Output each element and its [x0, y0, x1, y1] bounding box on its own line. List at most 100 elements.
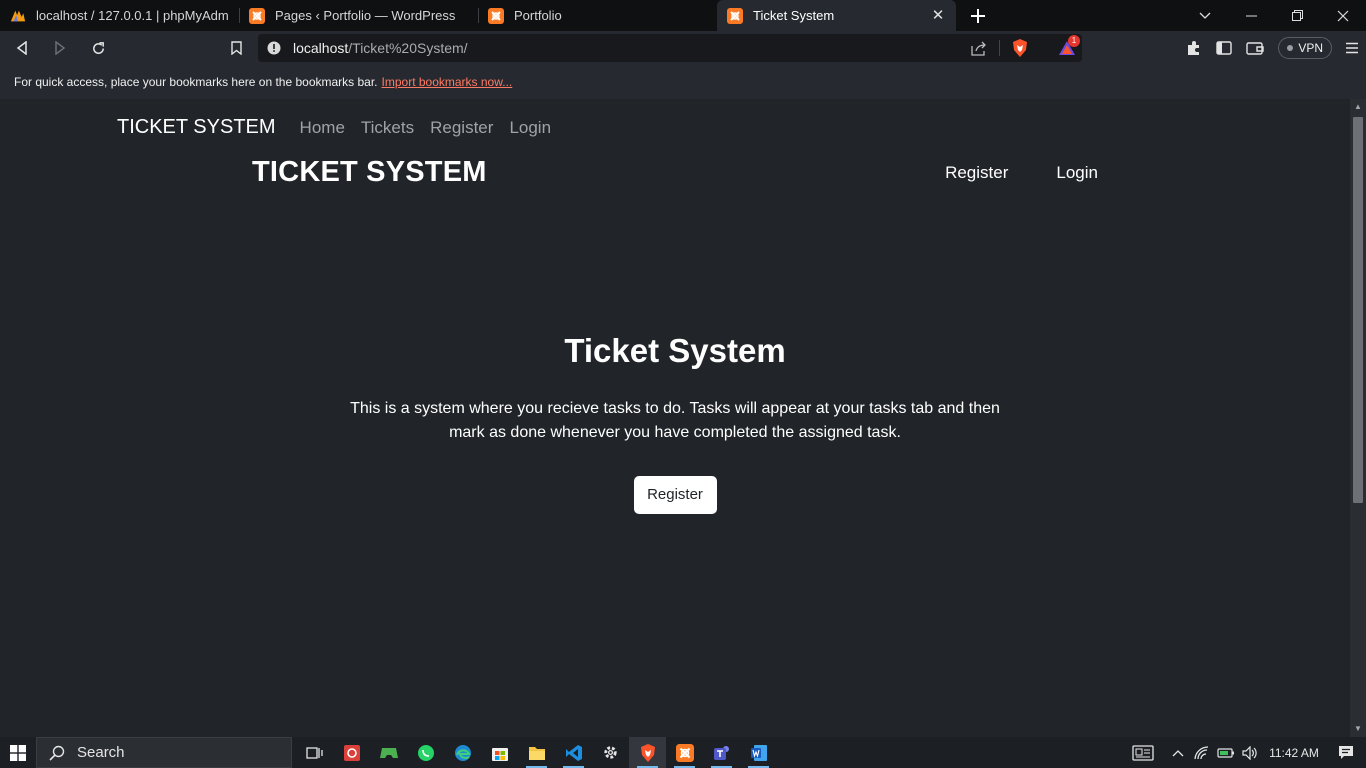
address-bar[interactable]: localhost/Ticket%20System/ 1 — [258, 34, 1082, 62]
xampp-icon — [675, 743, 694, 762]
vscode-icon — [565, 744, 582, 761]
game-controller-icon — [379, 747, 398, 758]
extensions-puzzle-icon[interactable] — [1186, 40, 1202, 56]
tab-portfolio[interactable]: Portfolio — [478, 0, 717, 31]
share-icon[interactable] — [971, 41, 987, 56]
tab-title: localhost / 127.0.0.1 | phpMyAdmin 5... — [36, 8, 229, 23]
url-path: /Ticket%20System/ — [348, 40, 468, 56]
taskbar-whatsapp[interactable] — [407, 737, 444, 768]
taskbar-apps — [296, 737, 777, 768]
forward-button[interactable] — [44, 34, 76, 62]
show-hidden-icons-button[interactable] — [1166, 737, 1190, 768]
sidebar-toggle-icon[interactable] — [1216, 41, 1233, 55]
tab-wordpress-pages[interactable]: Pages ‹ Portfolio — WordPress — [239, 0, 478, 31]
site-title[interactable]: TICKET SYSTEM — [252, 156, 487, 189]
taskbar-vscode[interactable] — [555, 737, 592, 768]
edge-icon — [454, 744, 471, 761]
reload-icon — [92, 41, 104, 54]
tab-ticket-system[interactable]: Ticket System ✕ — [717, 0, 956, 31]
taskbar-settings[interactable] — [592, 737, 629, 768]
bookmarks-bar-message: For quick access, place your bookmarks h… — [14, 75, 378, 89]
volume-button[interactable] — [1238, 737, 1262, 768]
store-icon — [491, 747, 508, 761]
forward-arrow-icon — [55, 41, 66, 55]
reload-button[interactable] — [82, 34, 114, 62]
network-button[interactable] — [1190, 737, 1214, 768]
search-icon — [49, 745, 65, 761]
start-button[interactable] — [0, 737, 36, 768]
info-icon[interactable] — [267, 41, 281, 55]
tab-title: Portfolio — [514, 8, 562, 23]
nav-link-tickets[interactable]: Tickets — [361, 118, 414, 138]
windows-taskbar: Search 11:42 AM — [0, 737, 1366, 768]
taskbar-teams[interactable] — [703, 737, 740, 768]
header-login-link[interactable]: Login — [1056, 163, 1098, 183]
gear-icon — [604, 746, 617, 759]
tab-phpmyadmin[interactable]: localhost / 127.0.0.1 | phpMyAdmin 5... — [0, 0, 239, 31]
tab-title: Pages ‹ Portfolio — WordPress — [275, 8, 456, 23]
windows-logo-icon — [10, 744, 26, 761]
tab-title: Ticket System — [753, 8, 835, 23]
close-tab-icon[interactable]: ✕ — [930, 7, 946, 24]
notifications-button[interactable] — [1326, 737, 1366, 768]
teams-icon — [713, 745, 729, 760]
clock[interactable]: 11:42 AM — [1262, 737, 1326, 768]
navbar-top: TICKET SYSTEM Home Tickets Register Logi… — [117, 116, 567, 139]
scrollbar-thumb[interactable] — [1353, 117, 1363, 503]
register-button[interactable]: Register — [633, 476, 717, 514]
battery-button[interactable] — [1214, 737, 1238, 768]
chevron-up-icon — [1172, 749, 1184, 756]
scroll-up-arrow-icon[interactable]: ▲ — [1350, 99, 1366, 115]
taskbar-edge[interactable] — [444, 737, 481, 768]
taskbar-app-green[interactable] — [370, 737, 407, 768]
close-window-button[interactable] — [1320, 0, 1366, 31]
xampp-icon — [249, 7, 265, 24]
taskbar-store[interactable] — [481, 737, 518, 768]
menu-hamburger-icon[interactable] — [1346, 42, 1358, 54]
bookmark-button[interactable] — [220, 34, 252, 62]
scroll-down-arrow-icon[interactable]: ▼ — [1350, 721, 1366, 737]
vpn-button[interactable]: VPN — [1278, 37, 1332, 59]
taskbar-app-red[interactable] — [333, 737, 370, 768]
task-view-icon — [305, 746, 323, 759]
whatsapp-icon — [417, 744, 434, 761]
navbar-main: TICKET SYSTEM Register Login — [252, 156, 1098, 189]
taskbar-xampp[interactable] — [666, 737, 703, 768]
taskbar-word[interactable] — [740, 737, 777, 768]
hero-title: Ticket System — [564, 332, 786, 369]
brave-icon — [640, 743, 655, 762]
header-links: Register Login — [897, 163, 1098, 183]
taskbar-brave[interactable] — [629, 737, 666, 768]
wifi-icon — [1194, 745, 1209, 759]
restore-button[interactable] — [1274, 0, 1320, 31]
word-icon — [750, 744, 767, 761]
bookmark-icon — [230, 41, 242, 55]
bookmarks-bar: For quick access, place your bookmarks h… — [0, 65, 1366, 99]
navbar-brand[interactable]: TICKET SYSTEM — [117, 116, 276, 139]
task-view-button[interactable] — [296, 737, 333, 768]
back-arrow-icon — [16, 41, 27, 55]
tab-strip: localhost / 127.0.0.1 | phpMyAdmin 5... … — [0, 0, 1366, 31]
tab-search-chevron-icon[interactable] — [1182, 0, 1228, 31]
page-scrollbar[interactable]: ▲ ▼ — [1350, 99, 1366, 737]
news-widget-button[interactable] — [1124, 737, 1162, 768]
url-host: localhost — [293, 40, 349, 56]
nav-link-login[interactable]: Login — [509, 118, 551, 138]
taskbar-file-explorer[interactable] — [518, 737, 555, 768]
taskbar-search[interactable]: Search — [36, 737, 292, 768]
header-register-link[interactable]: Register — [945, 163, 1008, 183]
nav-link-home[interactable]: Home — [300, 118, 345, 138]
nav-link-register[interactable]: Register — [430, 118, 493, 138]
back-button[interactable] — [6, 34, 38, 62]
phpmyadmin-icon — [10, 8, 26, 24]
wallet-icon[interactable] — [1246, 41, 1265, 55]
import-bookmarks-link[interactable]: Import bookmarks now... — [382, 75, 513, 89]
minimize-button[interactable] — [1228, 0, 1274, 31]
url-text: localhost/Ticket%20System/ — [293, 40, 468, 56]
window-controls — [1182, 0, 1366, 31]
new-tab-button[interactable] — [956, 0, 1000, 31]
brave-rewards-button[interactable]: 1 — [1058, 35, 1080, 56]
xampp-icon — [727, 7, 743, 24]
speaker-icon — [1242, 745, 1257, 760]
brave-shields-icon[interactable] — [1012, 39, 1028, 57]
